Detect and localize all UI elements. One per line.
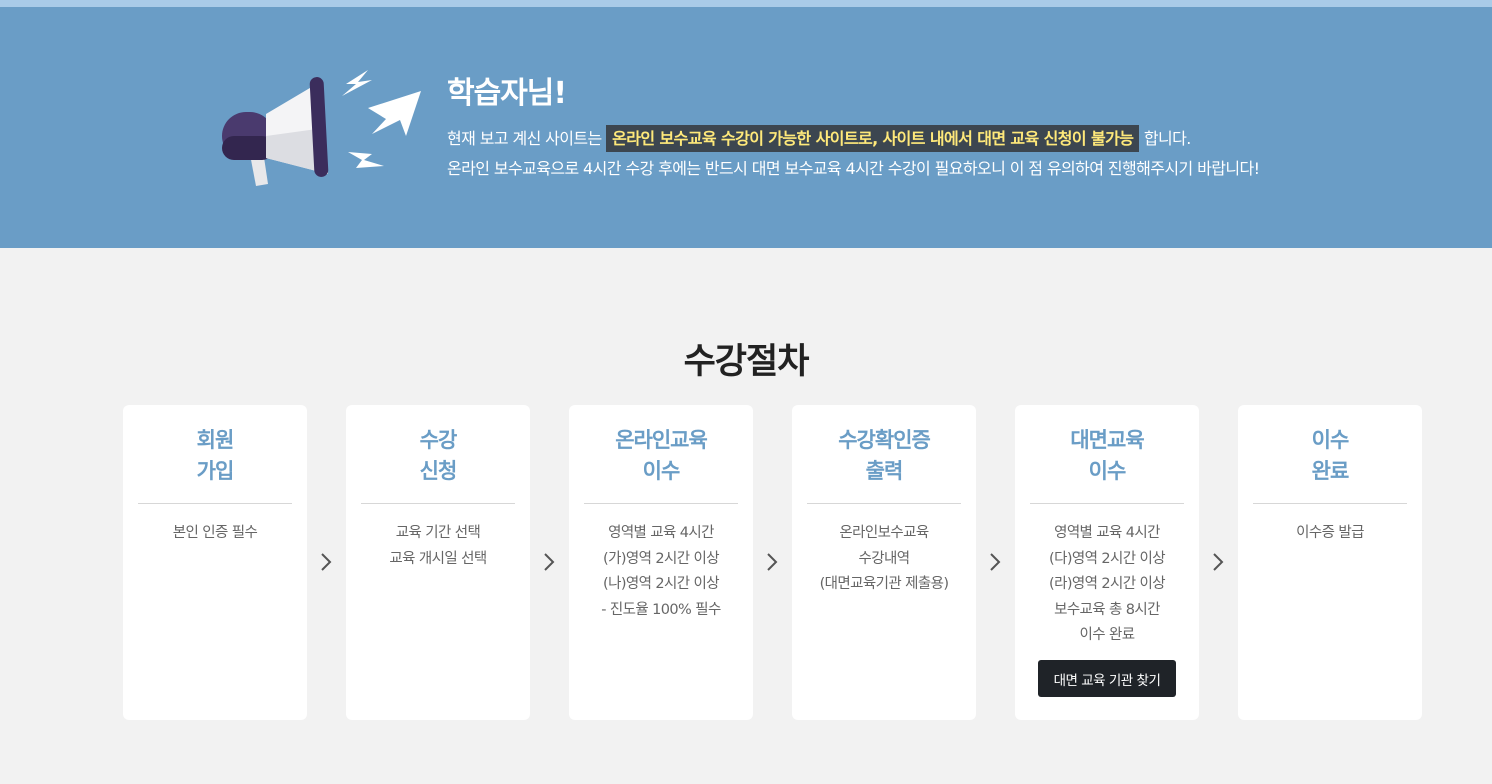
step-title: 이수완료 — [1238, 425, 1422, 487]
step-title-line: 이수 — [1311, 428, 1350, 452]
step-description-line: (라)영역 2시간 이상 — [1049, 576, 1166, 592]
banner-highlight: 온라인 보수교육 수강이 가능한 사이트로, 사이트 내에서 대면 교육 신청이… — [606, 125, 1140, 152]
step-description-line: 이수 완료 — [1079, 627, 1136, 643]
step-card: 대면교육이수영역별 교육 4시간 (다)영역 2시간 이상 (라)영역 2시간 이상… — [1015, 405, 1199, 720]
step-divider — [138, 503, 292, 504]
step-description-line: 이수증 발급 — [1296, 525, 1364, 541]
step-divider — [361, 503, 515, 504]
chevron-right-icon — [321, 553, 332, 571]
step-description: 본인 인증 필수 — [123, 521, 307, 547]
step-description: 이수증 발급 — [1238, 521, 1422, 547]
section-title: 수강절차 — [683, 342, 810, 382]
step-description: 영역별 교육 4시간 (가)영역 2시간 이상 (나)영역 2시간 이상 - 진도율 … — [569, 521, 753, 623]
step-description-line: 온라인보수교육 — [839, 525, 929, 541]
step-description-line: 영역별 교육 4시간 — [1054, 525, 1160, 541]
step-title-line: 온라인교육 — [615, 428, 708, 452]
chevron-right-icon — [767, 553, 778, 571]
step-description-line: (대면교육기관 제출용) — [819, 576, 949, 592]
step-title-line: 이수 — [642, 459, 681, 483]
step-divider — [584, 503, 738, 504]
step-description-line: 영역별 교육 4시간 — [608, 525, 714, 541]
step-card: 회원가입본인 인증 필수 — [123, 405, 307, 720]
banner-line1-after: 합니다. — [1143, 129, 1191, 148]
step-card: 수강신청교육 기간 선택교육 개시일 선택 — [346, 405, 530, 720]
step-title-line: 수강 — [419, 428, 458, 452]
step-description: 영역별 교육 4시간 (다)영역 2시간 이상 (라)영역 2시간 이상보수교육 총… — [1015, 521, 1199, 649]
step-description-line: - 진도율 100% 필수 — [601, 601, 721, 618]
step-title: 대면교육이수 — [1015, 425, 1199, 487]
step-title-line: 가입 — [196, 459, 235, 483]
step-description-line: 본인 인증 필수 — [172, 525, 258, 541]
banner-text: 학습자님! 현재 보고 계신 사이트는 온라인 보수교육 수강이 가능한 사이트… — [447, 72, 1447, 184]
step-description-line: (가)영역 2시간 이상 — [603, 550, 720, 567]
find-offline-institution-button[interactable]: 대면 교육 기관 찾기 — [1038, 660, 1176, 697]
step-title: 온라인교육이수 — [569, 425, 753, 487]
step-description-line: (나)영역 2시간 이상 — [603, 576, 720, 592]
step-description-line: 교육 개시일 선택 — [389, 550, 487, 567]
step-description-line: 교육 기간 선택 — [395, 525, 481, 541]
step-divider — [807, 503, 961, 504]
step-title-line: 신청 — [419, 459, 458, 483]
top-accent-strip — [0, 0, 1492, 7]
step-description: 교육 기간 선택교육 개시일 선택 — [346, 521, 530, 572]
step-card: 이수완료이수증 발급 — [1238, 405, 1422, 720]
step-title-line: 이수 — [1088, 459, 1127, 483]
step-divider — [1030, 503, 1184, 504]
chevron-right-icon — [1213, 553, 1224, 571]
step-title: 회원가입 — [123, 425, 307, 487]
step-description-line: 보수교육 총 8시간 — [1054, 601, 1160, 618]
banner-title: 학습자님! — [447, 76, 567, 111]
step-title: 수강신청 — [346, 425, 530, 487]
notice-banner: 학습자님! 현재 보고 계신 사이트는 온라인 보수교육 수강이 가능한 사이트… — [0, 7, 1492, 248]
step-card: 온라인교육이수영역별 교육 4시간 (가)영역 2시간 이상 (나)영역 2시간 이… — [569, 405, 753, 720]
step-title-line: 대면교육 — [1070, 428, 1144, 452]
step-title-line: 출력 — [865, 459, 904, 483]
megaphone-icon — [222, 70, 421, 186]
step-title-line: 완료 — [1311, 459, 1350, 483]
step-title-line: 회원 — [196, 428, 235, 452]
step-card: 수강확인증출력온라인보수교육수강내역 (대면교육기관 제출용) — [792, 405, 976, 720]
step-description-line: 수강내역 — [858, 550, 911, 567]
step-divider — [1253, 503, 1407, 504]
step-description: 온라인보수교육수강내역 (대면교육기관 제출용) — [792, 521, 976, 598]
chevron-right-icon — [990, 553, 1001, 571]
banner-notice-line2: 온라인 보수교육으로 4시간 수강 후에는 반드시 대면 보수교육 4시간 수강… — [447, 159, 1260, 178]
step-title: 수강확인증출력 — [792, 425, 976, 487]
banner-notice-line1: 현재 보고 계신 사이트는 온라인 보수교육 수강이 가능한 사이트로, 사이트… — [447, 124, 1447, 154]
chevron-right-icon — [544, 553, 555, 571]
step-description-line: (다)영역 2시간 이상 — [1049, 550, 1166, 567]
banner-line1-before: 현재 보고 계신 사이트는 — [447, 129, 602, 148]
step-title-line: 수강확인증 — [838, 428, 931, 452]
